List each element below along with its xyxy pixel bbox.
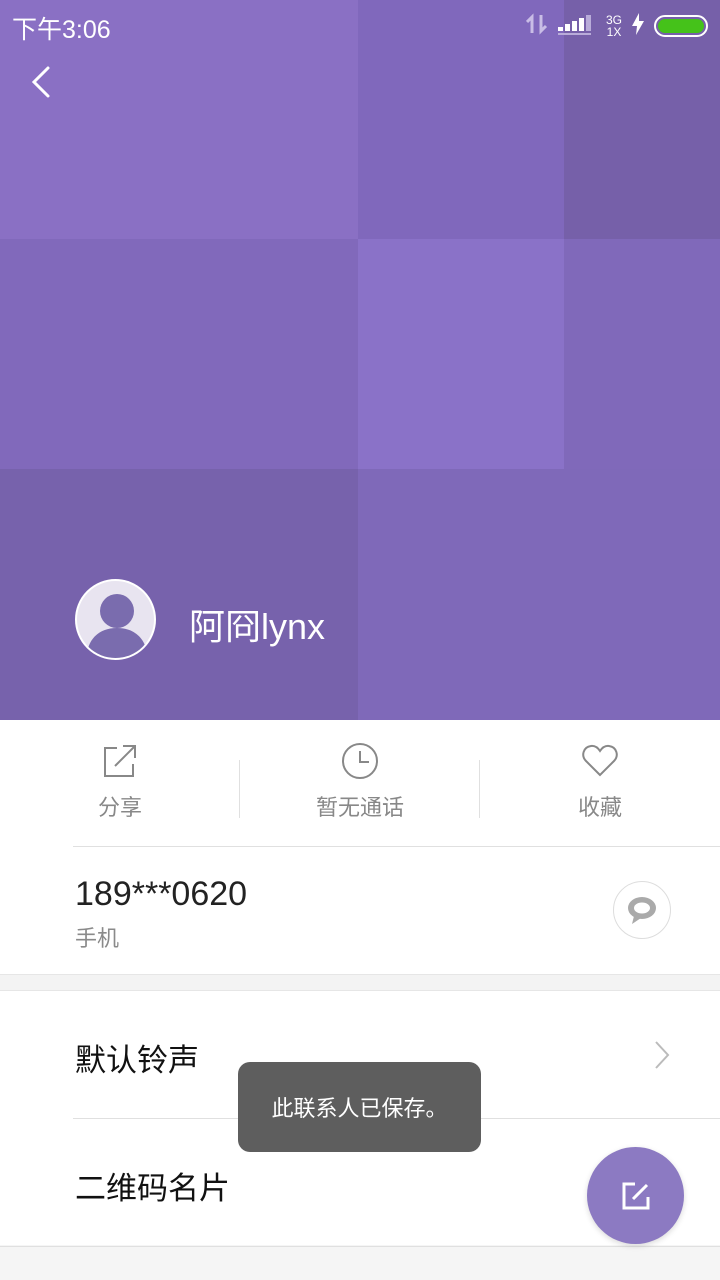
header-tile <box>0 469 358 720</box>
data-arrows-icon <box>525 13 548 39</box>
contact-header: 下午3:06 3G 1X 阿冏lynx <box>0 0 720 720</box>
divider-mask <box>0 846 73 847</box>
favorite-button[interactable]: 收藏 <box>480 720 720 846</box>
status-icons: 3G 1X <box>525 12 708 40</box>
chevron-right-icon <box>655 1041 670 1069</box>
network-type-bottom: 1X <box>606 25 622 39</box>
signal-bars-icon <box>557 12 596 40</box>
call-history-button[interactable]: 暂无通话 <box>240 720 480 846</box>
contact-name: 阿冏lynx <box>189 606 326 647</box>
phone-number: 189***0620 <box>75 875 248 913</box>
battery-level <box>658 19 704 33</box>
clock-icon <box>342 743 378 779</box>
edit-contact-button[interactable] <box>587 1147 684 1244</box>
share-button[interactable]: 分享 <box>0 720 240 846</box>
charging-bolt-icon <box>632 13 644 39</box>
status-bar: 下午3:06 3G 1X <box>0 0 720 52</box>
ringtone-label: 默认铃声 <box>75 1043 199 1079</box>
call-history-label: 暂无通话 <box>315 796 404 821</box>
header-tile <box>358 469 720 720</box>
section-gap <box>0 974 720 991</box>
status-time: 下午3:06 <box>12 16 111 44</box>
share-icon <box>104 745 136 777</box>
action-bar: 分享 暂无通话 收藏 <box>0 720 720 846</box>
share-label: 分享 <box>97 796 142 821</box>
chevron-left-icon <box>31 66 50 98</box>
header-tile <box>564 239 720 469</box>
phone-type: 手机 <box>75 927 120 952</box>
bottom-area <box>0 1246 720 1280</box>
back-button[interactable] <box>22 62 62 102</box>
heart-icon <box>582 744 618 777</box>
header-tile <box>0 239 358 469</box>
avatar[interactable] <box>75 579 156 660</box>
qrcode-label: 二维码名片 <box>75 1171 230 1207</box>
favorite-label: 收藏 <box>577 796 622 821</box>
message-bubble-icon <box>628 897 656 924</box>
header-tile <box>358 239 564 469</box>
divider-mask <box>0 1118 73 1119</box>
edit-icon <box>622 1182 649 1209</box>
phone-number-row[interactable]: 189***0620 手机 <box>0 846 720 974</box>
send-message-button[interactable] <box>613 881 671 939</box>
battery-icon <box>654 15 708 37</box>
toast-message: 此联系人已保存。 <box>238 1062 481 1152</box>
network-type: 3G 1X <box>606 14 622 38</box>
